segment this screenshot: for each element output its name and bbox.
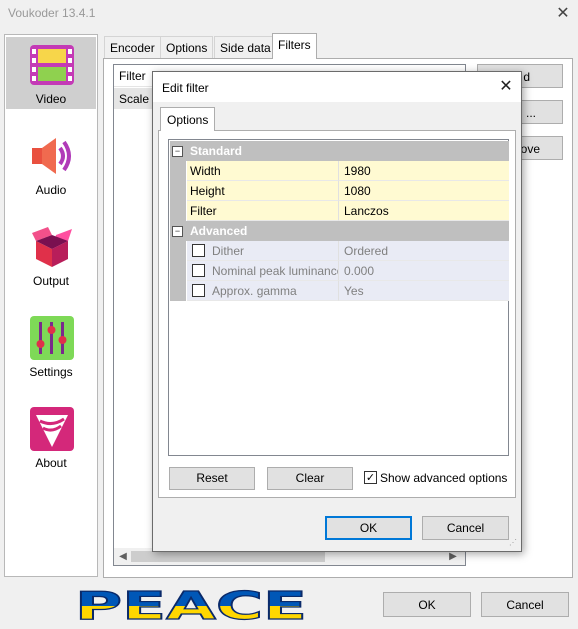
- property-row-width[interactable]: Width 1980: [170, 161, 509, 181]
- peace-logo: PEACE: [74, 587, 307, 623]
- box-icon: [32, 227, 72, 267]
- property-enable-checkbox[interactable]: [192, 264, 205, 277]
- category-label: Advanced: [190, 224, 248, 238]
- tab-encoder[interactable]: Encoder: [104, 36, 161, 58]
- property-enable-checkbox[interactable]: [192, 284, 205, 297]
- property-value[interactable]: 1080: [344, 184, 371, 198]
- dialog-ok-button[interactable]: OK: [325, 516, 412, 540]
- property-grid[interactable]: − Standard Width 1980 Height 1080 Filter…: [168, 139, 509, 456]
- category-standard[interactable]: − Standard: [170, 141, 509, 161]
- property-name: Approx. gamma: [212, 284, 297, 298]
- dialog-title: Edit filter: [162, 81, 209, 95]
- svg-text:PEACE: PEACE: [75, 587, 307, 623]
- sidebar: Video Audio Output Settings About: [4, 34, 98, 577]
- property-name: Height: [190, 184, 225, 198]
- sidebar-item-label: Video: [35, 92, 67, 106]
- scroll-left-icon[interactable]: ◀: [116, 549, 130, 564]
- property-row-approx-gamma[interactable]: Approx. gamma Yes: [170, 281, 509, 301]
- property-row-height[interactable]: Height 1080: [170, 181, 509, 201]
- property-value[interactable]: Yes: [344, 284, 364, 298]
- scrollbar-thumb[interactable]: [131, 551, 325, 562]
- close-icon: ✕: [556, 5, 570, 22]
- collapse-icon[interactable]: −: [172, 146, 183, 157]
- window-title: Voukoder 13.4.1: [8, 6, 96, 20]
- property-name: Width: [190, 164, 221, 178]
- property-row-nominal-peak-luminance[interactable]: Nominal peak luminance 0.000: [170, 261, 509, 281]
- column-header-filter: Filter: [119, 69, 146, 83]
- sidebar-item-audio[interactable]: Audio: [6, 128, 96, 200]
- property-name: Filter: [190, 204, 217, 218]
- tab-side-data[interactable]: Side data: [214, 36, 277, 58]
- cancel-button[interactable]: Cancel: [481, 592, 569, 617]
- tab-dialog-options[interactable]: Options: [160, 107, 216, 131]
- sidebar-item-label: Audio: [35, 183, 67, 197]
- collapse-icon[interactable]: −: [172, 226, 183, 237]
- property-value[interactable]: 1980: [344, 164, 371, 178]
- tab-filters[interactable]: Filters: [272, 33, 317, 59]
- category-advanced[interactable]: − Advanced: [170, 221, 509, 241]
- tab-options[interactable]: Options: [160, 36, 214, 58]
- clear-button[interactable]: Clear: [267, 467, 353, 490]
- sidebar-item-label: About: [35, 456, 67, 470]
- window-close-button[interactable]: ✕: [551, 4, 575, 24]
- close-icon: ✕: [499, 78, 513, 95]
- ok-button[interactable]: OK: [383, 592, 471, 617]
- property-row-filter[interactable]: Filter Lanczos: [170, 201, 509, 221]
- property-name: Nominal peak luminance: [212, 264, 339, 278]
- sidebar-item-label: Settings: [29, 365, 73, 379]
- property-value[interactable]: Ordered: [344, 244, 388, 258]
- checkmark-icon: ✓: [365, 472, 376, 484]
- sidebar-item-output[interactable]: Output: [6, 219, 96, 291]
- property-value[interactable]: Lanczos: [344, 204, 389, 218]
- edit-filter-dialog: Edit filter ✕ Options − Standard Width 1…: [152, 71, 522, 552]
- show-advanced-checkbox[interactable]: ✓: [364, 471, 377, 484]
- dialog-close-button[interactable]: ✕: [495, 76, 517, 98]
- sliders-icon: [30, 316, 74, 360]
- film-icon: [30, 45, 74, 85]
- property-name: Dither: [212, 244, 245, 258]
- property-value[interactable]: 0.000: [344, 264, 374, 278]
- resize-grip-icon[interactable]: ⋰: [509, 538, 519, 548]
- filter-row-label: Scale (: [119, 92, 157, 106]
- dialog-cancel-button[interactable]: Cancel: [422, 516, 509, 540]
- property-row-dither[interactable]: Dither Ordered: [170, 241, 509, 261]
- reset-button[interactable]: Reset: [169, 467, 255, 490]
- property-enable-checkbox[interactable]: [192, 244, 205, 257]
- category-label: Standard: [190, 144, 243, 158]
- sidebar-item-settings[interactable]: Settings: [6, 310, 96, 382]
- sidebar-item-video[interactable]: Video: [6, 37, 96, 109]
- show-advanced-label[interactable]: Show advanced options: [380, 471, 507, 485]
- speaker-icon: [32, 138, 71, 174]
- sidebar-item-about[interactable]: About: [6, 401, 96, 473]
- sidebar-item-label: Output: [32, 274, 70, 288]
- voukoder-logo-icon: [30, 407, 74, 451]
